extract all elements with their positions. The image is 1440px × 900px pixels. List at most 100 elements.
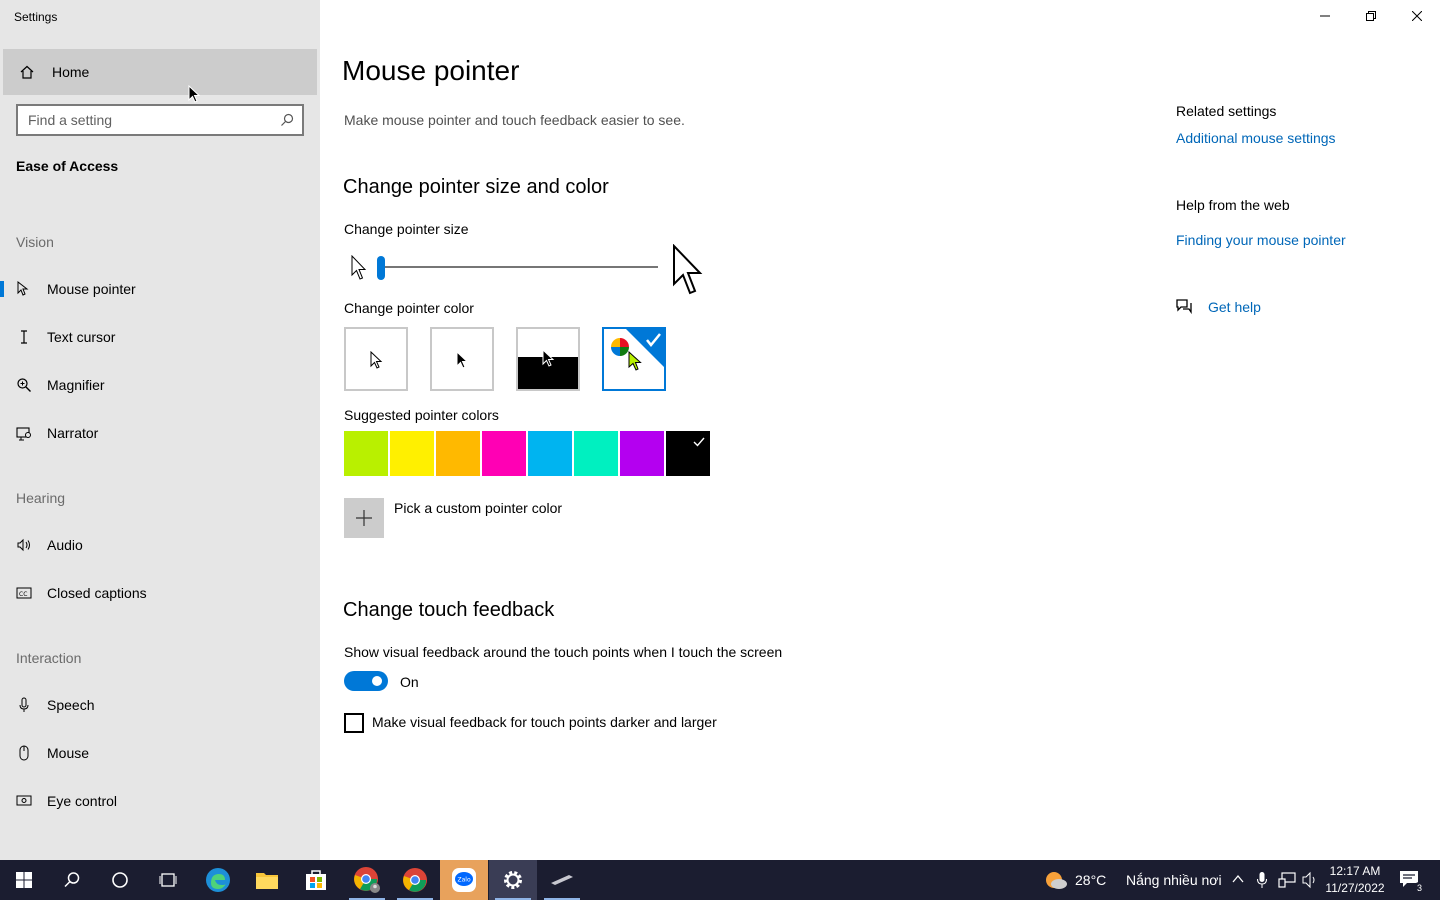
suggested-color-swatch[interactable] (528, 431, 572, 476)
get-help-link[interactable]: Get help (1208, 299, 1261, 315)
edge-app[interactable] (194, 860, 242, 900)
suggested-color-swatch[interactable] (482, 431, 526, 476)
close-button[interactable] (1394, 0, 1440, 32)
network-icon[interactable] (1278, 871, 1296, 889)
toggle-knob (372, 676, 382, 686)
pointer-size-slider-thumb[interactable] (377, 256, 385, 280)
pointer-color-inverted[interactable] (516, 327, 580, 391)
toggle-state-label: On (400, 674, 419, 690)
home-icon (20, 65, 34, 79)
notification-center-button[interactable]: 3 (1386, 860, 1434, 900)
start-button[interactable] (0, 860, 48, 900)
sidebar-item-mouse-pointer[interactable]: Mouse pointer (0, 269, 320, 309)
sidebar-item-speech[interactable]: Speech (0, 685, 320, 725)
suggested-color-swatch[interactable] (344, 431, 388, 476)
search-box[interactable]: Find a setting (16, 104, 304, 136)
pointer-size-slider[interactable] (382, 266, 658, 268)
app-title: Settings (14, 10, 58, 24)
finding-pointer-link[interactable]: Finding your mouse pointer (1176, 232, 1346, 248)
touch-feedback-description: Show visual feedback around the touch po… (344, 644, 783, 660)
additional-mouse-settings-link[interactable]: Additional mouse settings (1176, 130, 1336, 146)
audio-icon (16, 537, 32, 553)
weather-temp[interactable]: 28°C (1075, 872, 1106, 888)
clock-date: 11/27/2022 (1325, 881, 1385, 895)
search-taskbar-button[interactable] (48, 860, 96, 900)
restore-icon (1366, 11, 1376, 21)
checkmark-icon (693, 437, 705, 447)
chevron-up-icon[interactable] (1232, 874, 1244, 884)
narrator-icon (16, 425, 32, 441)
notification-count-badge: 3 (1413, 882, 1426, 895)
search-icon (64, 872, 80, 888)
sidebar-item-closed-captions[interactable]: CC Closed captions (0, 573, 320, 613)
task-view-button[interactable] (144, 860, 192, 900)
chrome-profile-app[interactable] (343, 860, 391, 900)
main-content: Mouse pointer Make mouse pointer and tou… (320, 0, 1440, 860)
mouse-cursor-icon (188, 85, 201, 103)
darker-feedback-label[interactable]: Make visual feedback for touch points da… (372, 714, 717, 730)
clock-time: 12:17 AM (1329, 864, 1381, 878)
plus-icon (356, 510, 372, 526)
section-title: Ease of Access (16, 158, 119, 174)
close-icon (1412, 11, 1422, 21)
minimize-button[interactable] (1302, 0, 1348, 32)
cortana-button[interactable] (96, 860, 144, 900)
sidebar-item-text-cursor[interactable]: Text cursor (0, 317, 320, 357)
sidebar-item-eye-control[interactable]: Eye control (0, 781, 320, 821)
settings-app[interactable] (489, 860, 537, 900)
sidebar-item-narrator[interactable]: Narrator (0, 413, 320, 453)
sidebar-item-label: Magnifier (47, 377, 105, 393)
closed-captions-icon: CC (16, 585, 32, 601)
sidebar-item-magnifier[interactable]: Magnifier (0, 365, 320, 405)
suggested-color-swatch[interactable] (666, 431, 710, 476)
weather-text[interactable]: Nắng nhiều nơi (1126, 872, 1222, 888)
touch-feedback-toggle[interactable] (344, 671, 388, 691)
pointer-size-label: Change pointer size (344, 221, 469, 237)
search-icon[interactable] (280, 113, 294, 127)
chrome-app[interactable] (391, 860, 439, 900)
suggested-color-swatch[interactable] (436, 431, 480, 476)
gear-icon (504, 871, 522, 889)
pen-icon (551, 875, 573, 885)
microphone-icon[interactable] (1256, 871, 1268, 889)
pen-app[interactable] (538, 860, 586, 900)
mouse-pointer-icon (16, 281, 32, 297)
volume-icon[interactable] (1301, 871, 1319, 889)
pointer-color-custom[interactable] (602, 327, 666, 391)
sidebar-item-label: Eye control (47, 793, 118, 809)
pointer-color-label: Change pointer color (344, 300, 474, 316)
svg-text:Zalo: Zalo (458, 877, 471, 884)
page-title: Mouse pointer (342, 55, 520, 86)
suggested-color-swatch[interactable] (574, 431, 618, 476)
pointer-color-black[interactable] (430, 327, 494, 391)
chrome-icon (403, 868, 427, 892)
sidebar-item-label: Closed captions (47, 585, 147, 601)
touch-feedback-heading: Change touch feedback (343, 599, 555, 621)
page-description: Make mouse pointer and touch feedback ea… (344, 112, 685, 128)
zalo-icon: Zalo (452, 868, 476, 892)
get-help-icon (1176, 299, 1192, 315)
search-placeholder: Find a setting (28, 112, 113, 128)
sidebar-item-label: Narrator (47, 425, 99, 441)
sidebar-item-audio[interactable]: Audio (0, 525, 320, 565)
minimize-icon (1320, 15, 1330, 17)
custom-pointer-icon (628, 351, 642, 371)
restore-button[interactable] (1348, 0, 1394, 32)
suggested-colors-label: Suggested pointer colors (344, 407, 499, 423)
sidebar-item-mouse[interactable]: Mouse (0, 733, 320, 773)
store-icon (306, 870, 326, 890)
home-button[interactable]: Home (3, 49, 317, 95)
store-app[interactable] (292, 860, 340, 900)
pointer-color-white[interactable] (344, 327, 408, 391)
file-explorer-app[interactable] (243, 860, 291, 900)
suggested-color-swatch[interactable] (620, 431, 664, 476)
suggested-color-swatch[interactable] (390, 431, 434, 476)
zalo-app[interactable]: Zalo (440, 860, 488, 900)
eye-control-icon (16, 793, 32, 809)
custom-color-button[interactable] (344, 498, 384, 538)
darker-feedback-checkbox[interactable] (344, 713, 364, 733)
sidebar-item-label: Mouse pointer (47, 281, 136, 297)
clock[interactable]: 12:17 AM 11/27/2022 (1320, 863, 1390, 897)
related-settings-heading: Related settings (1176, 103, 1277, 119)
custom-color-label[interactable]: Pick a custom pointer color (394, 500, 562, 516)
